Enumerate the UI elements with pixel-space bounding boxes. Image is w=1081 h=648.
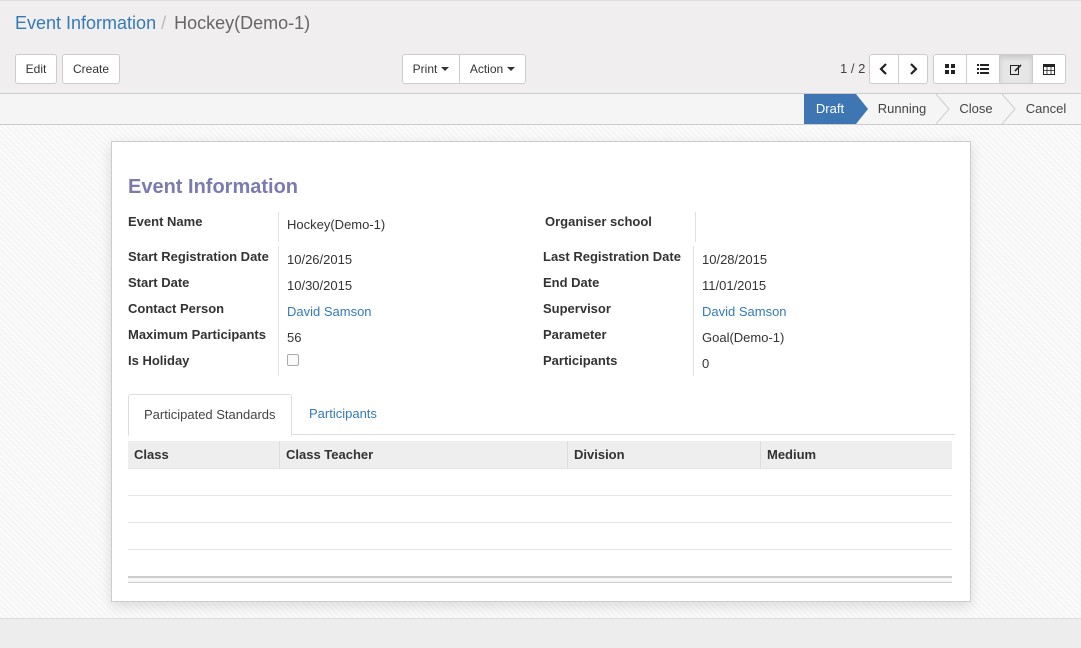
footer-bar	[0, 618, 1081, 648]
tab-participants[interactable]: Participants	[294, 394, 392, 435]
sidebar-button-group: Print Action	[402, 54, 526, 84]
participants-count-field[interactable]: 0	[702, 356, 709, 371]
form-view-button[interactable]	[999, 54, 1033, 84]
pager-previous-button[interactable]	[869, 54, 899, 84]
chevron-right-icon	[910, 63, 918, 75]
column-medium[interactable]: Medium	[760, 441, 816, 468]
kanban-icon	[945, 64, 955, 74]
form-title: Event Information	[128, 176, 299, 198]
view-switcher	[933, 54, 1066, 84]
table-footer	[128, 576, 952, 583]
event-name-label: Event Name	[128, 214, 203, 229]
field-divider	[693, 246, 694, 376]
list-view-button[interactable]	[966, 54, 1000, 84]
form-sheet: Event Information Event Name Hockey(Demo…	[111, 141, 971, 602]
parameter-label: Parameter	[543, 327, 607, 342]
table-row	[128, 495, 952, 522]
last-registration-date-field[interactable]: 10/28/2015	[702, 252, 767, 267]
participants-count-label: Participants	[543, 353, 618, 368]
table-row	[128, 549, 952, 576]
supervisor-link[interactable]: David Samson	[702, 304, 787, 319]
edit-button[interactable]: Edit	[15, 54, 57, 84]
notebook-tabs: Participated Standards Participants	[128, 394, 955, 436]
kanban-view-button[interactable]	[933, 54, 967, 84]
is-holiday-checkbox[interactable]	[287, 354, 299, 366]
pager-value[interactable]: 1 / 2	[840, 61, 865, 76]
start-registration-date-label: Start Registration Date	[128, 249, 269, 264]
last-registration-date-label: Last Registration Date	[543, 249, 681, 264]
stage-separator-icon	[1002, 94, 1016, 124]
stage-running[interactable]: Running	[866, 94, 938, 124]
is-holiday-label: Is Holiday	[128, 353, 190, 368]
end-date-field[interactable]: 11/01/2015	[702, 278, 766, 293]
status-bar: Draft Running Close Cancel	[0, 93, 1081, 125]
tab-participated-standards[interactable]: Participated Standards	[128, 394, 292, 436]
contact-person-label: Contact Person	[128, 301, 225, 316]
breadcrumb-separator: /	[161, 13, 167, 33]
maximum-participants-field[interactable]: 56	[287, 330, 301, 345]
start-date-field[interactable]: 10/30/2015	[287, 278, 352, 293]
field-divider	[278, 246, 279, 376]
pager-buttons	[869, 54, 928, 84]
column-class-teacher[interactable]: Class Teacher	[279, 441, 373, 468]
pager-next-button[interactable]	[898, 54, 928, 84]
calendar-icon	[1043, 64, 1055, 75]
caret-down-icon	[441, 67, 450, 71]
stage-cancel[interactable]: Cancel	[1016, 94, 1076, 124]
table-row	[128, 468, 952, 495]
parameter-field[interactable]: Goal(Demo-1)	[702, 330, 784, 345]
supervisor-label: Supervisor	[543, 301, 611, 316]
column-division[interactable]: Division	[567, 441, 625, 468]
breadcrumb-current: Hockey(Demo-1)	[174, 13, 311, 33]
action-dropdown[interactable]: Action	[459, 54, 526, 84]
print-dropdown[interactable]: Print	[402, 54, 460, 84]
participated-standards-table: Class Class Teacher Division Medium	[128, 441, 952, 583]
start-registration-date-field[interactable]: 10/26/2015	[287, 252, 352, 267]
field-divider	[695, 212, 696, 242]
column-class[interactable]: Class	[134, 441, 169, 468]
field-divider	[278, 212, 279, 242]
contact-person-link[interactable]: David Samson	[287, 304, 372, 319]
action-label: Action	[469, 62, 504, 76]
breadcrumb-parent-link[interactable]: Event Information	[15, 13, 156, 33]
list-icon	[977, 64, 989, 74]
event-name-field[interactable]: Hockey(Demo-1)	[287, 217, 385, 232]
table-header: Class Class Teacher Division Medium	[128, 441, 952, 468]
table-row	[128, 522, 952, 549]
maximum-participants-label: Maximum Participants	[128, 327, 266, 342]
calendar-view-button[interactable]	[1032, 54, 1066, 84]
print-label: Print	[412, 62, 438, 76]
form-icon	[1010, 64, 1022, 75]
create-button[interactable]: Create	[62, 54, 120, 84]
start-date-label: Start Date	[128, 275, 190, 290]
breadcrumb: Event Information / Hockey(Demo-1)	[15, 13, 310, 34]
organiser-school-label: Organiser school	[545, 214, 652, 229]
control-panel: Event Information / Hockey(Demo-1) Edit Cr…	[0, 0, 1081, 93]
caret-down-icon	[507, 67, 516, 71]
end-date-label: End Date	[543, 275, 600, 290]
stage-draft[interactable]: Draft	[804, 94, 868, 124]
stage-close[interactable]: Close	[948, 94, 1004, 124]
chevron-left-icon	[879, 63, 887, 75]
